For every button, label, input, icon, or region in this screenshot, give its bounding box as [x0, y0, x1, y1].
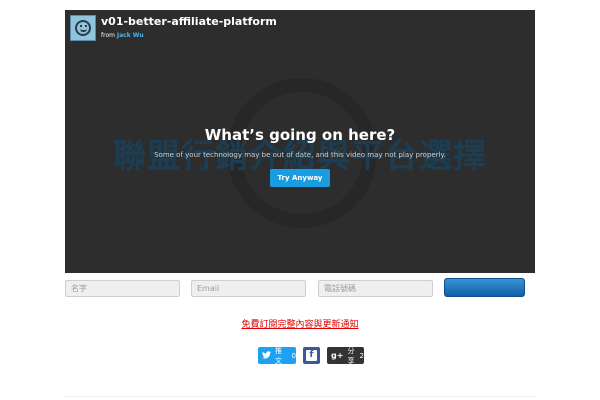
author-link[interactable]: Jack Wu: [117, 32, 144, 39]
google-plus-share-label: 分享: [347, 346, 355, 365]
author-avatar[interactable]: [70, 15, 96, 41]
video-title-block: v01-better-affiliate-platform from Jack …: [101, 15, 277, 39]
name-input[interactable]: 名字: [65, 280, 180, 297]
google-plus-share-button[interactable]: g+ 分享 2: [327, 346, 364, 365]
video-player[interactable]: 聯盟行銷介紹與平台選擇 v01-better-affiliate-platfor…: [65, 10, 535, 273]
compat-warning: What’s going on here? Some of your techn…: [65, 126, 535, 187]
email-input[interactable]: Email: [191, 280, 306, 297]
try-anyway-button[interactable]: Try Anyway: [270, 169, 330, 187]
google-plus-icon: g+: [331, 351, 344, 360]
smiley-face-icon: [75, 20, 91, 36]
twitter-share-label: 推文: [275, 346, 282, 365]
video-header: v01-better-affiliate-platform from Jack …: [70, 15, 277, 41]
twitter-bird-icon: [262, 350, 271, 361]
phone-input[interactable]: 電話號碼: [318, 280, 433, 297]
page: 聯盟行銷介紹與平台選擇 v01-better-affiliate-platfor…: [0, 0, 600, 400]
video-title[interactable]: v01-better-affiliate-platform: [101, 15, 277, 28]
warning-message: Some of your technology may be out of da…: [154, 151, 446, 159]
facebook-icon: f: [306, 350, 317, 361]
twitter-share-button[interactable]: 推文 0: [258, 346, 296, 365]
twitter-share-count: 0: [291, 351, 296, 360]
subscribe-link[interactable]: 免費訂閱完整內容與更新通知: [0, 317, 600, 330]
warning-title: What’s going on here?: [204, 126, 396, 144]
google-plus-share-count: 2: [359, 351, 364, 360]
footer-divider: [65, 396, 535, 397]
submit-button[interactable]: [444, 278, 525, 297]
video-byline: from Jack Wu: [101, 32, 277, 39]
facebook-share-button[interactable]: f: [303, 347, 320, 364]
from-label: from: [101, 32, 115, 39]
